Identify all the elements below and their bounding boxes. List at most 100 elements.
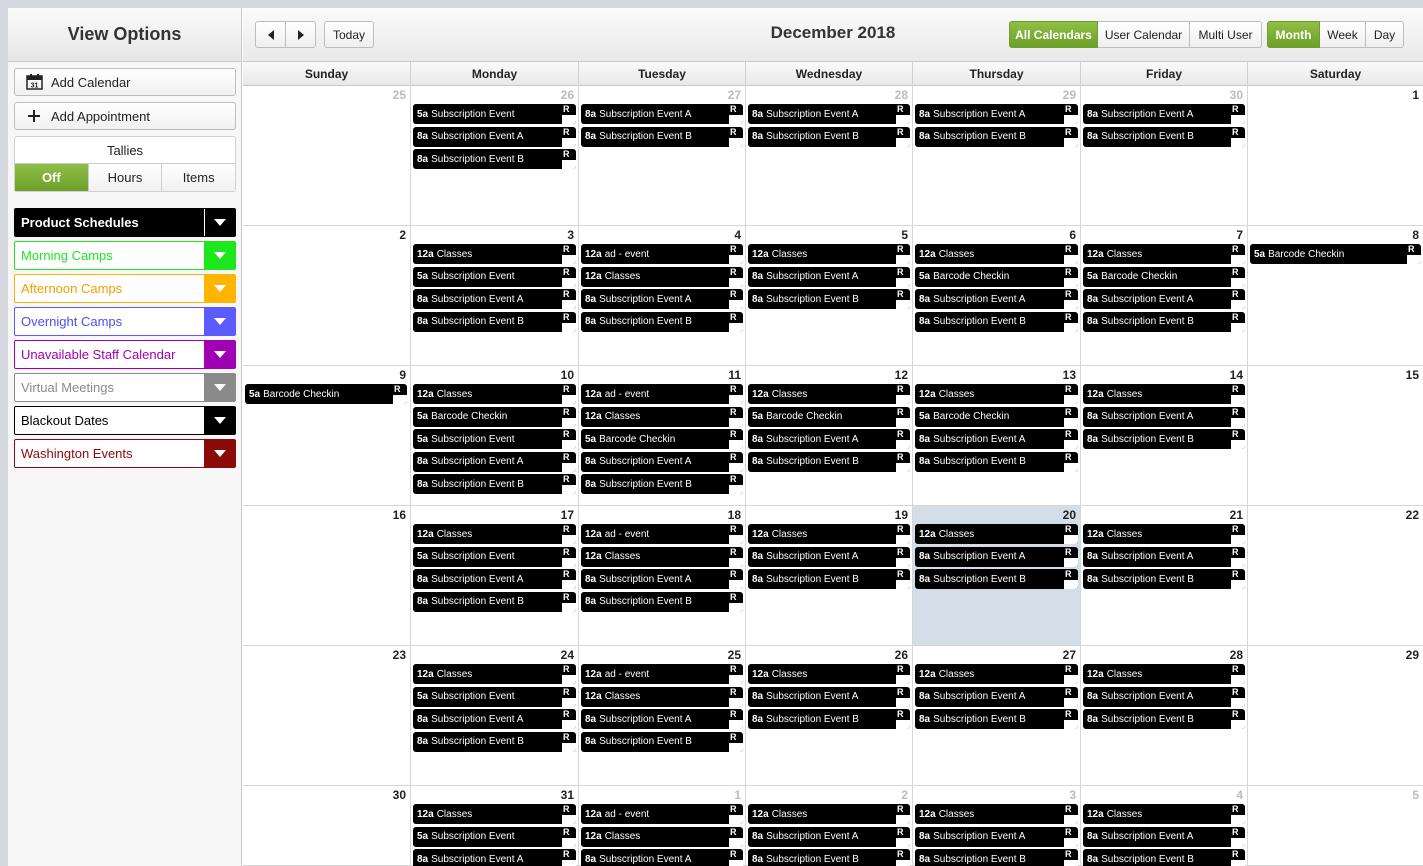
day-cell[interactable]: 27 8a Subscription Event A R 8a Subscription … xyxy=(578,86,745,226)
calendar-event[interactable]: 8a Subscription Event A R xyxy=(581,289,743,309)
day-cell[interactable]: 21 12a Classes R 8a Subscription Event A R 8a Su… xyxy=(1080,506,1247,646)
calendar-event[interactable]: 8a Subscription Event A R xyxy=(413,289,576,309)
day-cell[interactable]: 23 xyxy=(243,646,410,786)
day-cell[interactable]: 26 12a Classes R 8a Subscription Event A R 8a Su… xyxy=(745,646,912,786)
day-cell[interactable]: 1 xyxy=(1247,86,1423,226)
calendar-event[interactable]: 12a Classes R xyxy=(748,384,910,404)
calendar-event[interactable]: 5a Subscription Event R xyxy=(413,104,576,124)
calendar-event[interactable]: 8a Subscription Event A R xyxy=(748,686,910,707)
tallies-option-hours[interactable]: Hours xyxy=(87,164,162,191)
calendar-event[interactable]: 12a Classes R xyxy=(581,266,743,287)
day-number[interactable]: 13 xyxy=(1063,368,1076,382)
calendar-event[interactable]: 8a Subscription Event A R xyxy=(915,289,1078,309)
day-cell[interactable]: 3 12a Classes R 5a Subscription Event R 8a Subsc… xyxy=(410,226,578,366)
calendar-event[interactable]: 8a Subscription Event B R xyxy=(748,289,910,309)
calendar-event[interactable]: 5a Barcode Checkin R xyxy=(748,406,910,427)
day-number[interactable]: 28 xyxy=(895,88,908,102)
calendar-event[interactable]: 5a Barcode Checkin R xyxy=(1083,266,1245,287)
calendar-event[interactable]: 8a Subscription Event A R xyxy=(413,451,576,472)
day-cell[interactable]: 24 12a Classes R 5a Subscription Event R 8a Subs… xyxy=(410,646,578,786)
calendar-event[interactable]: 8a Subscription Event B R xyxy=(748,709,910,729)
calendar-event[interactable]: 8a Subscription Event B R xyxy=(915,569,1078,589)
day-number[interactable]: 28 xyxy=(1230,648,1243,662)
day-cell[interactable]: 6 12a Classes R 5a Barcode Checkin R 8a Subscrip… xyxy=(912,226,1080,366)
calendar-item-unavailable-staff-calendar[interactable]: Unavailable Staff Calendar xyxy=(14,340,236,369)
view-week[interactable]: Week xyxy=(1320,21,1366,48)
day-number[interactable]: 26 xyxy=(895,648,908,662)
calendar-item-morning-camps[interactable]: Morning Camps xyxy=(14,241,236,270)
calendar-event[interactable]: 12a Classes R xyxy=(1083,664,1245,684)
calendar-event[interactable]: 8a Subscription Event B R xyxy=(413,311,576,332)
calendar-event[interactable]: 12a ad - event R xyxy=(581,524,743,544)
day-number[interactable]: 16 xyxy=(393,508,406,522)
day-cell[interactable]: 20 12a Classes R 8a Subscription Event A R 8a Su… xyxy=(912,506,1080,646)
view-user-calendar[interactable]: User Calendar xyxy=(1098,21,1190,48)
day-number[interactable]: 3 xyxy=(567,228,574,242)
calendar-event[interactable]: 5a Barcode Checkin R xyxy=(1250,244,1421,264)
calendar-event[interactable]: 8a Subscription Event A R xyxy=(1083,406,1245,427)
calendar-event[interactable]: 8a Subscription Event B R xyxy=(915,126,1078,147)
calendar-event[interactable]: 5a Subscription Event R xyxy=(413,266,576,287)
day-cell[interactable]: 17 12a Classes R 5a Subscription Event R 8a Subs… xyxy=(410,506,578,646)
calendar-event[interactable]: 8a Subscription Event A R xyxy=(748,546,910,567)
calendar-event[interactable]: 12a ad - event R xyxy=(581,384,743,404)
day-cell[interactable]: 2 xyxy=(243,226,410,366)
day-cell[interactable]: 29 8a Subscription Event A R 8a Subscription … xyxy=(912,86,1080,226)
calendar-event[interactable]: 8a Subscription Event A R xyxy=(581,451,743,472)
calendar-event[interactable]: 8a Subscription Event A R xyxy=(915,104,1078,124)
day-number[interactable]: 12 xyxy=(895,368,908,382)
day-cell[interactable]: 26 5a Subscription Event R 8a Subscription Ev… xyxy=(410,86,578,226)
day-number[interactable]: 10 xyxy=(561,368,574,382)
calendar-dropdown-button[interactable] xyxy=(204,341,235,368)
calendar-event[interactable]: 12a Classes R xyxy=(1083,244,1245,264)
calendar-event[interactable]: 8a Subscription Event B R xyxy=(413,474,576,494)
calendar-item-afternoon-camps[interactable]: Afternoon Camps xyxy=(14,274,236,303)
calendar-event[interactable]: 8a Subscription Event A R xyxy=(581,569,743,589)
calendar-event[interactable]: 8a Subscription Event A R xyxy=(413,126,576,147)
view-day[interactable]: Day xyxy=(1366,21,1404,48)
day-number[interactable]: 31 xyxy=(561,788,574,802)
calendar-event[interactable]: 5a Barcode Checkin R xyxy=(581,429,743,449)
calendar-event[interactable]: 8a Subscription Event B R xyxy=(915,311,1078,332)
day-number[interactable]: 25 xyxy=(393,88,406,102)
calendar-event[interactable]: 8a Subscription Event B R xyxy=(1083,569,1245,589)
day-number[interactable]: 24 xyxy=(561,648,574,662)
day-cell[interactable]: 27 12a Classes R 8a Subscription Event A R 8a Su… xyxy=(912,646,1080,786)
day-number[interactable]: 1 xyxy=(1412,88,1419,102)
calendar-event[interactable]: 8a Subscription Event B R xyxy=(1083,311,1245,332)
day-cell[interactable]: 28 12a Classes R 8a Subscription Event A R 8a Su… xyxy=(1080,646,1247,786)
calendar-dropdown-button[interactable] xyxy=(204,308,235,335)
day-number[interactable]: 30 xyxy=(393,788,406,802)
day-cell[interactable]: 9 5a Barcode Checkin R xyxy=(243,366,410,506)
calendar-event[interactable]: 8a Subscription Event A R xyxy=(915,429,1078,449)
calendar-event[interactable]: 12a Classes R xyxy=(413,664,576,684)
calendar-item-blackout-dates[interactable]: Blackout Dates xyxy=(14,406,236,435)
calendar-event[interactable]: 12a Classes R xyxy=(413,384,576,404)
day-cell[interactable]: 5 12a Classes R 8a Subscription Event A R 8a Sub… xyxy=(745,226,912,366)
calendar-event[interactable]: 8a Subscription Event A R xyxy=(413,569,576,589)
calendar-event[interactable]: 8a Subscription Event B R xyxy=(748,849,910,866)
day-number[interactable]: 14 xyxy=(1230,368,1243,382)
day-cell[interactable]: 13 12a Classes R 5a Barcode Checkin R 8a Subscri… xyxy=(912,366,1080,506)
day-cell[interactable]: 10 12a Classes R 5a Barcode Checkin R 5a Subscri… xyxy=(410,366,578,506)
day-cell[interactable]: 25 12a ad - event R 12a Classes R 8a Subscriptio… xyxy=(578,646,745,786)
view-month[interactable]: Month xyxy=(1267,21,1320,48)
day-number[interactable]: 2 xyxy=(901,788,908,802)
day-number[interactable]: 3 xyxy=(1069,788,1076,802)
day-number[interactable]: 11 xyxy=(728,368,741,382)
today-button[interactable]: Today xyxy=(324,21,374,48)
calendar-event[interactable]: 8a Subscription Event B R xyxy=(581,591,743,612)
calendar-event[interactable]: 12a Classes R xyxy=(1083,524,1245,544)
calendar-event[interactable]: 12a Classes R xyxy=(413,524,576,544)
calendar-event[interactable]: 8a Subscription Event A R xyxy=(1083,289,1245,309)
calendar-event[interactable]: 8a Subscription Event B R xyxy=(748,126,910,147)
day-number[interactable]: 27 xyxy=(728,88,741,102)
day-cell[interactable]: 3 12a Classes R 8a Subscription Event A R 8a Sub… xyxy=(912,786,1080,866)
tallies-option-off[interactable]: Off xyxy=(15,164,88,191)
day-number[interactable]: 4 xyxy=(1236,788,1243,802)
view-multi-user[interactable]: Multi User xyxy=(1190,21,1262,48)
calendar-event[interactable]: 12a Classes R xyxy=(915,804,1078,824)
calendar-item-washington-events[interactable]: Washington Events xyxy=(14,439,236,468)
day-number[interactable]: 7 xyxy=(1236,228,1243,242)
calendar-event[interactable]: 8a Subscription Event B R xyxy=(1083,709,1245,729)
